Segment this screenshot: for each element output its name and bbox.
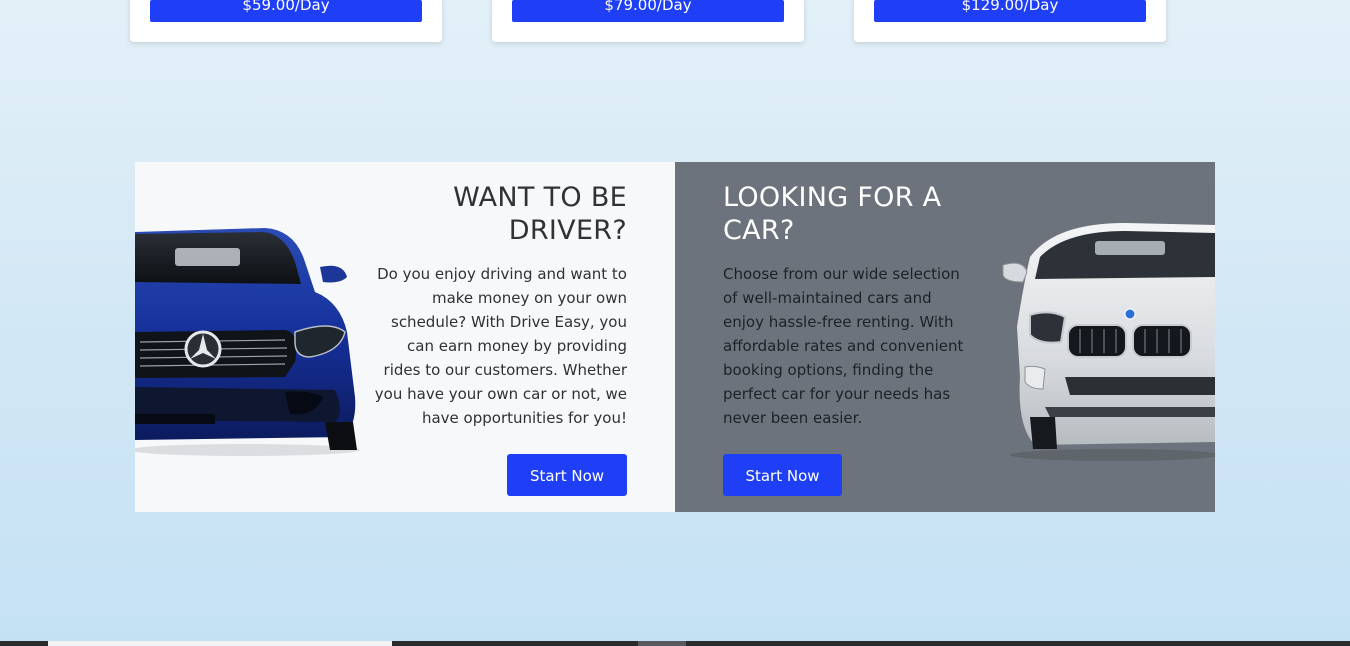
driver-start-now-button[interactable]: Start Now — [507, 454, 627, 496]
pricing-card-standard: $79.00/Day — [492, 0, 804, 42]
driver-banner: WANT TO BE DRIVER? Do you enjoy driving … — [135, 162, 675, 512]
white-bmw-suv-image — [1002, 223, 1215, 461]
car-banner-title: LOOKING FOR A CAR? — [723, 182, 942, 246]
price-button-premium[interactable]: $129.00/Day — [874, 0, 1146, 22]
pricing-card-basic: $59.00/Day — [130, 0, 442, 42]
price-button-basic[interactable]: $59.00/Day — [150, 0, 422, 22]
blue-mercedes-car-image — [135, 228, 360, 456]
car-banner: LOOKING FOR A CAR? Choose from our wide … — [675, 162, 1215, 512]
taskbar-active-item[interactable] — [48, 641, 392, 646]
car-banner-description: Choose from our wide selection of well-m… — [723, 265, 964, 427]
taskbar-item[interactable] — [638, 641, 686, 646]
taskbar — [0, 641, 1350, 646]
driver-banner-description: Do you enjoy driving and want to make mo… — [374, 265, 627, 427]
price-button-standard[interactable]: $79.00/Day — [512, 0, 784, 22]
driver-banner-title: WANT TO BE DRIVER? — [453, 182, 627, 246]
pricing-card-premium: $129.00/Day — [854, 0, 1166, 42]
car-start-now-button[interactable]: Start Now — [723, 454, 842, 496]
